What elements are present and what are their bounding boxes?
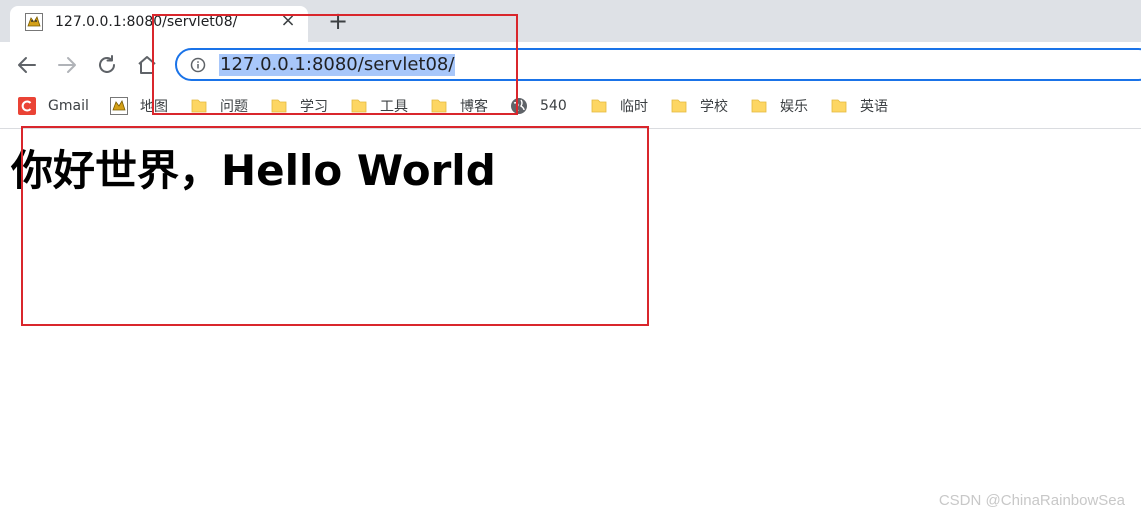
bookmark-folder[interactable]: 学校 bbox=[670, 96, 728, 116]
bookmark-label: 娱乐 bbox=[780, 99, 808, 115]
bookmark-label: 临时 bbox=[620, 99, 648, 115]
folder-icon bbox=[831, 99, 847, 113]
annotation-box-url bbox=[152, 14, 518, 115]
bookmark-folder[interactable]: 临时 bbox=[590, 96, 648, 116]
bookmark-label: Gmail bbox=[48, 98, 89, 114]
bookmark-folder[interactable]: 娱乐 bbox=[750, 96, 808, 116]
reload-icon[interactable] bbox=[95, 53, 119, 77]
bookmark-gmail[interactable]: Gmail bbox=[18, 96, 89, 116]
bookmark-label: 学校 bbox=[700, 99, 728, 115]
bookmark-label: 英语 bbox=[860, 99, 888, 115]
tomcat-icon bbox=[110, 97, 128, 115]
bookmark-label: 540 bbox=[540, 98, 567, 114]
back-arrow-icon[interactable] bbox=[15, 53, 39, 77]
folder-icon bbox=[671, 99, 687, 113]
watermark: CSDN @ChinaRainbowSea bbox=[938, 492, 1125, 509]
gmail-icon bbox=[18, 97, 36, 115]
forward-arrow-icon[interactable] bbox=[55, 53, 79, 77]
folder-icon bbox=[751, 99, 767, 113]
annotation-box-content bbox=[21, 126, 649, 326]
folder-icon bbox=[591, 99, 607, 113]
bookmark-folder[interactable]: 英语 bbox=[830, 96, 888, 116]
browser-window: 127.0.0.1:8080/servlet08/ × + 127.0.0.1:… bbox=[0, 0, 1141, 517]
tomcat-icon bbox=[25, 13, 43, 31]
bookmark-540[interactable]: 540 bbox=[510, 96, 567, 116]
